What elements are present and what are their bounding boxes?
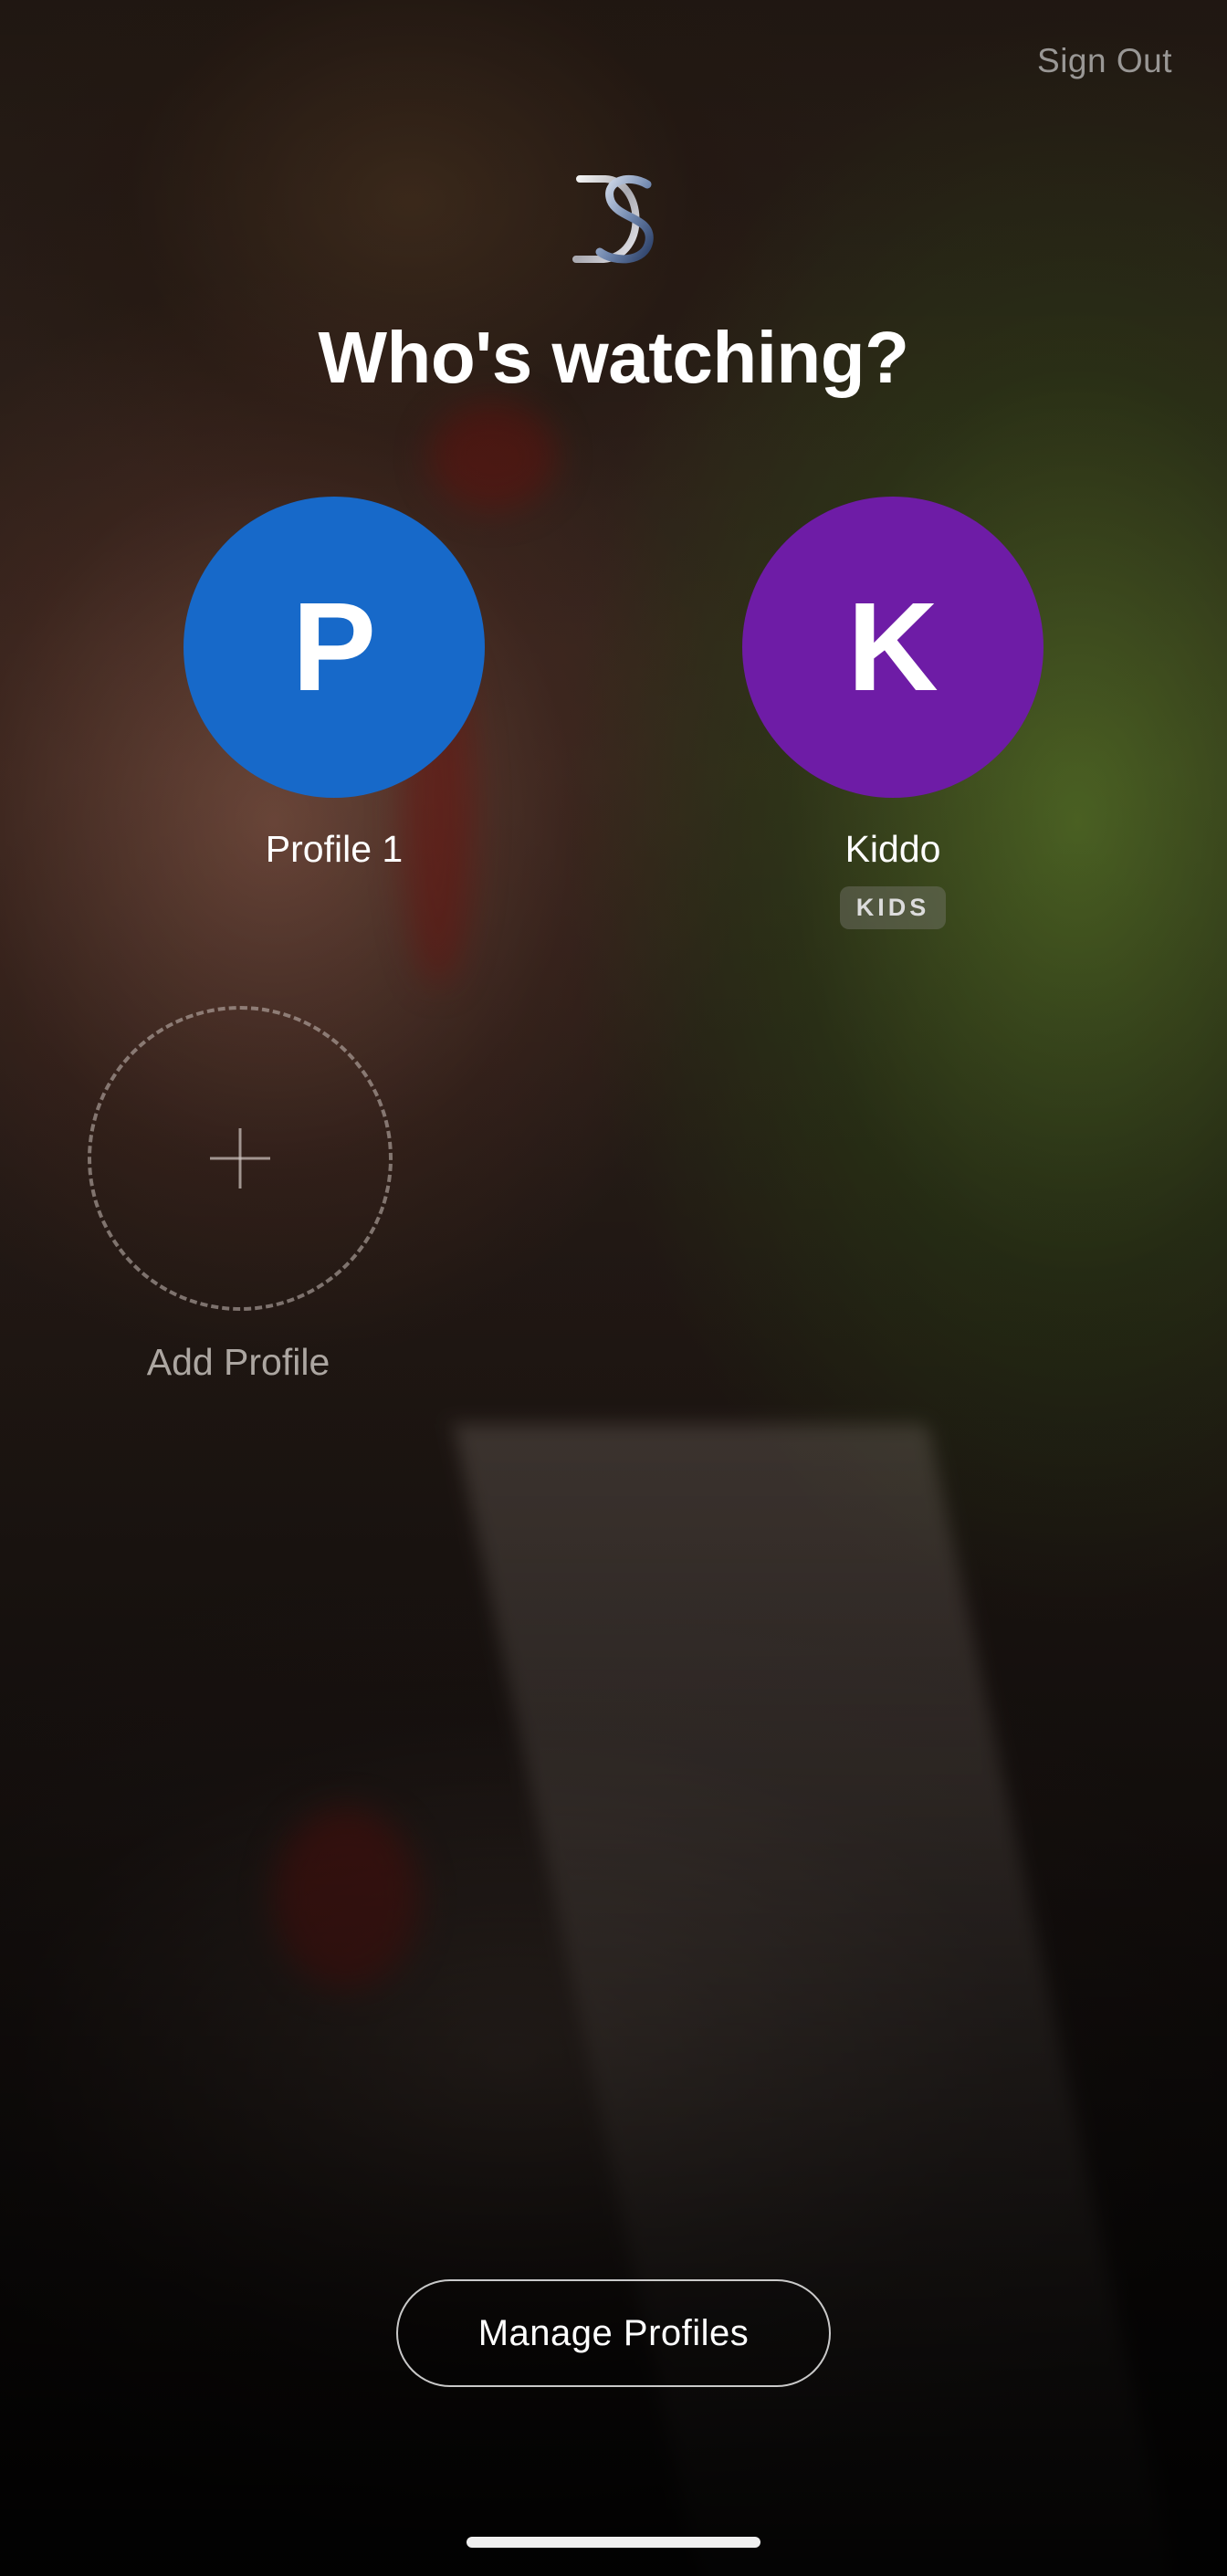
add-profile-label: Add Profile — [146, 1341, 330, 1383]
sign-out-button[interactable]: Sign Out — [1037, 42, 1172, 80]
home-indicator[interactable] — [467, 2537, 760, 2548]
plus-icon — [210, 1128, 270, 1189]
kids-badge: KIDS — [839, 886, 947, 929]
manage-profiles-button[interactable]: Manage Profiles — [396, 2279, 831, 2387]
add-profile-button[interactable] — [88, 1006, 393, 1311]
profile-name: Kiddo — [844, 828, 941, 870]
profile-card-kiddo[interactable]: K Kiddo KIDS — [742, 497, 1043, 929]
profile-avatar[interactable]: K — [742, 497, 1043, 798]
profile-card-1[interactable]: P Profile 1 — [184, 497, 485, 868]
ds-monogram-logo — [572, 174, 654, 264]
page-title: Who's watching? — [318, 317, 909, 398]
add-profile-card[interactable]: Add Profile — [88, 1006, 393, 1383]
profile-name: Profile 1 — [265, 828, 404, 870]
profile-avatar[interactable]: P — [184, 497, 485, 798]
